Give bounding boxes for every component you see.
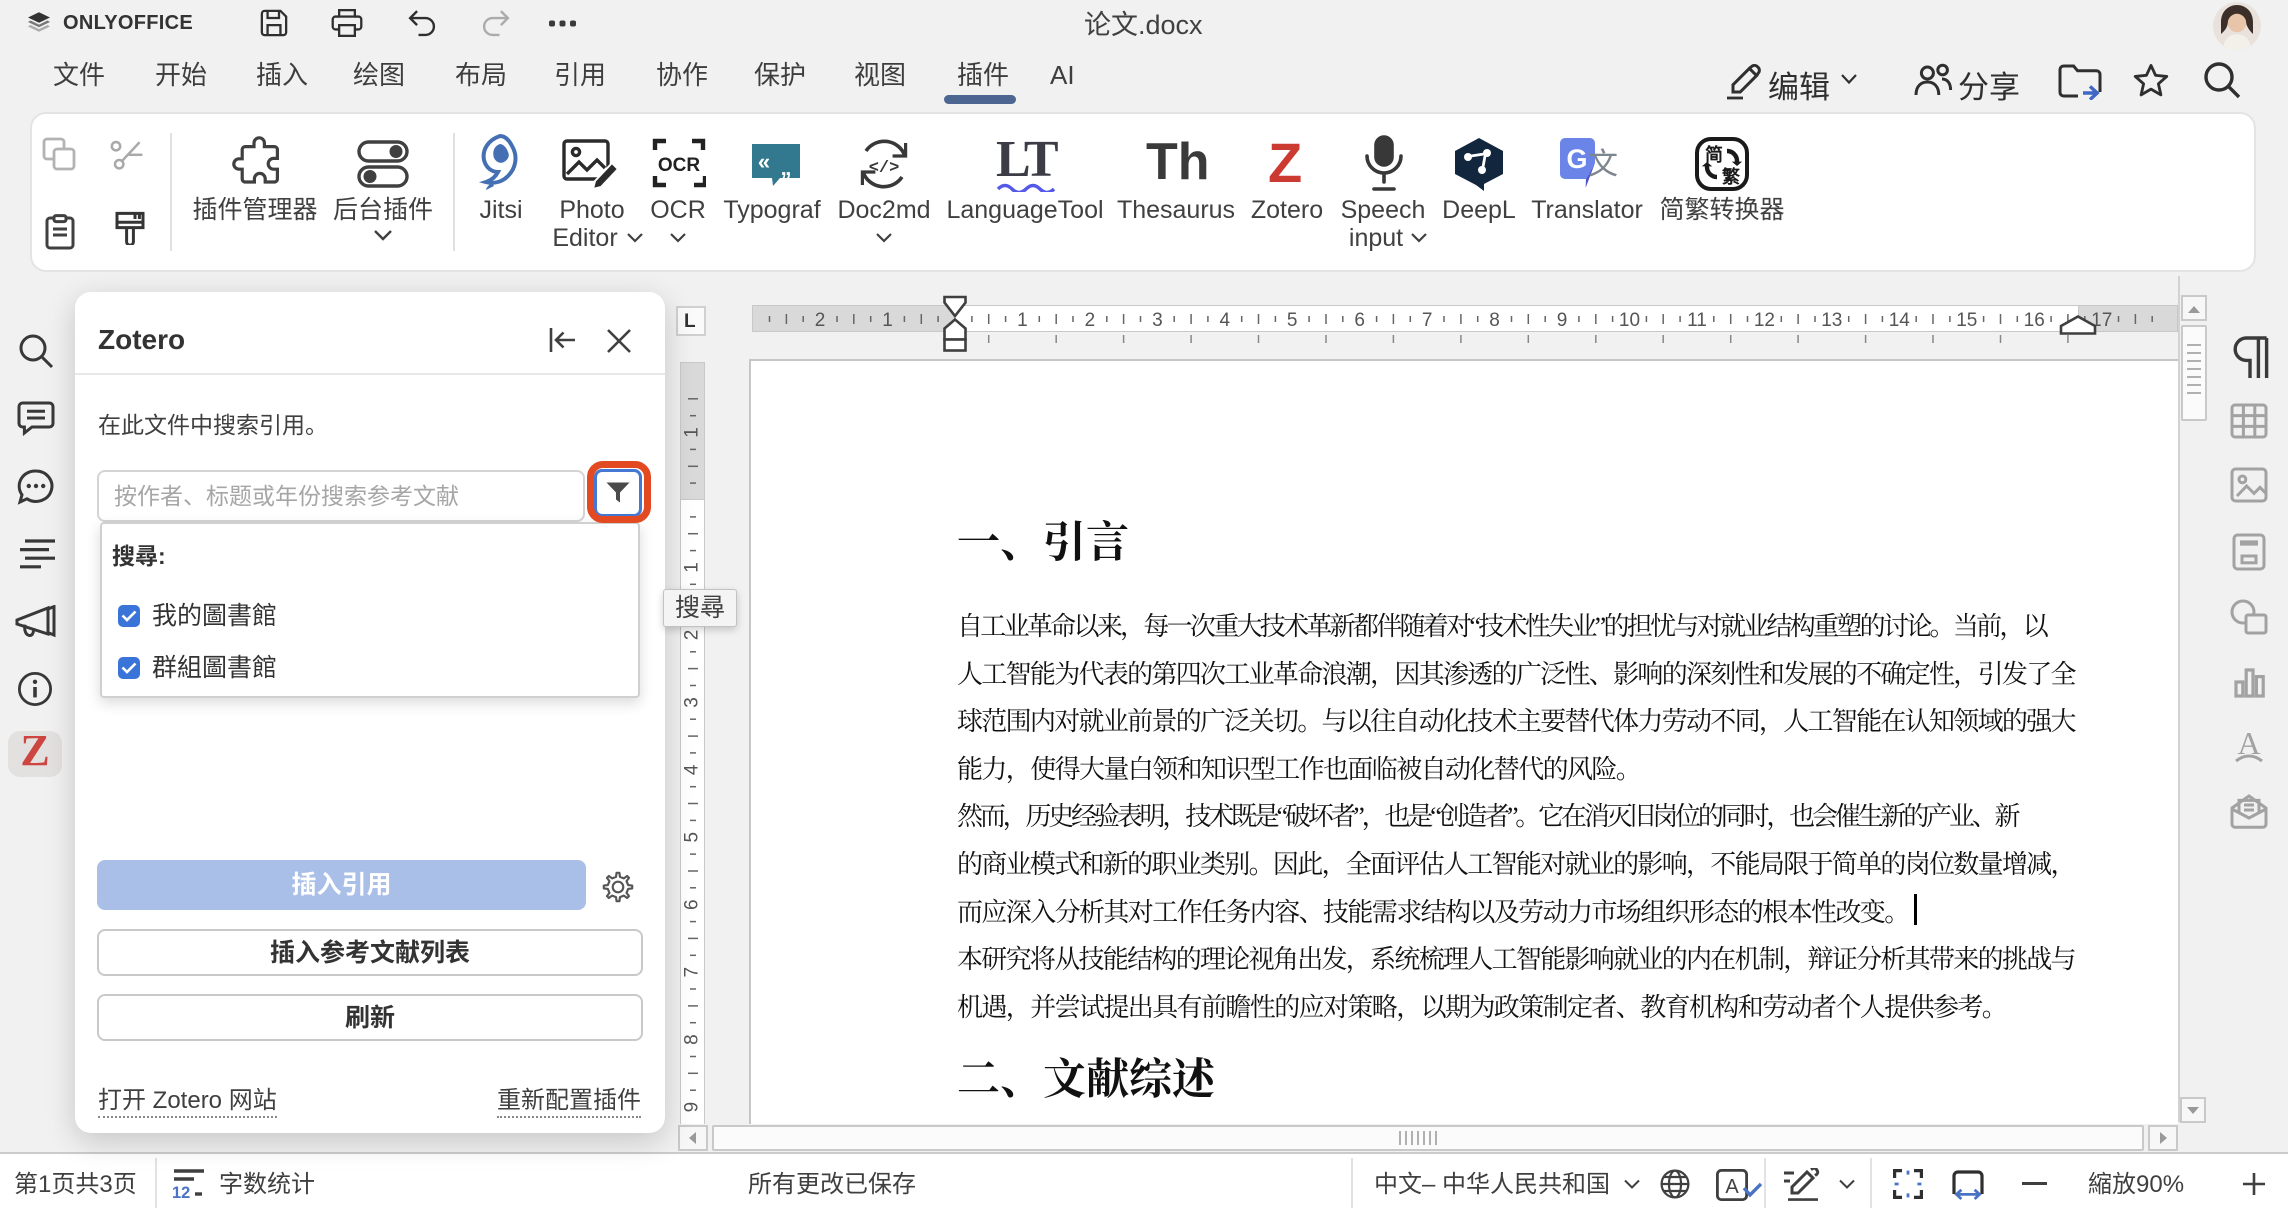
svg-text:3: 3	[1152, 310, 1163, 331]
svg-text:9: 9	[682, 1102, 703, 1113]
svg-text:1: 1	[682, 562, 703, 573]
svg-text:7: 7	[682, 967, 703, 978]
svg-text:2: 2	[682, 630, 703, 641]
svg-text:„: „	[781, 155, 792, 180]
svg-text:1: 1	[882, 310, 893, 331]
svg-text:13: 13	[1821, 310, 1842, 331]
svg-text:10: 10	[1619, 310, 1640, 331]
svg-text:简: 简	[1705, 144, 1723, 165]
svg-text:A: A	[1725, 1176, 1739, 1198]
svg-text:5: 5	[682, 832, 703, 843]
svg-text:1: 1	[1017, 310, 1028, 331]
svg-text:2: 2	[1085, 310, 1096, 331]
svg-text:4: 4	[1220, 310, 1231, 331]
svg-text:12: 12	[1754, 310, 1775, 331]
svg-text:1: 1	[682, 427, 703, 438]
svg-text:繁: 繁	[1721, 166, 1741, 187]
svg-text:文: 文	[1588, 148, 1617, 181]
svg-text:«: «	[758, 149, 770, 174]
svg-text:7: 7	[1422, 310, 1433, 331]
svg-text:6: 6	[682, 899, 703, 910]
svg-text:OCR: OCR	[658, 155, 701, 176]
svg-text:8: 8	[682, 1034, 703, 1045]
svg-text:16: 16	[2024, 310, 2045, 331]
svg-text:15: 15	[1956, 310, 1977, 331]
svg-text:6: 6	[1354, 310, 1365, 331]
svg-text:</>: </>	[869, 159, 900, 178]
svg-text:3: 3	[682, 697, 703, 708]
svg-text:5: 5	[1287, 310, 1298, 331]
svg-text:4: 4	[682, 764, 703, 775]
svg-text:14: 14	[1889, 310, 1911, 331]
svg-text:G: G	[1566, 144, 1587, 174]
svg-text:8: 8	[1489, 310, 1500, 331]
svg-text:2: 2	[815, 310, 826, 331]
svg-text:9: 9	[1557, 310, 1568, 331]
svg-text:11: 11	[1687, 310, 1707, 331]
